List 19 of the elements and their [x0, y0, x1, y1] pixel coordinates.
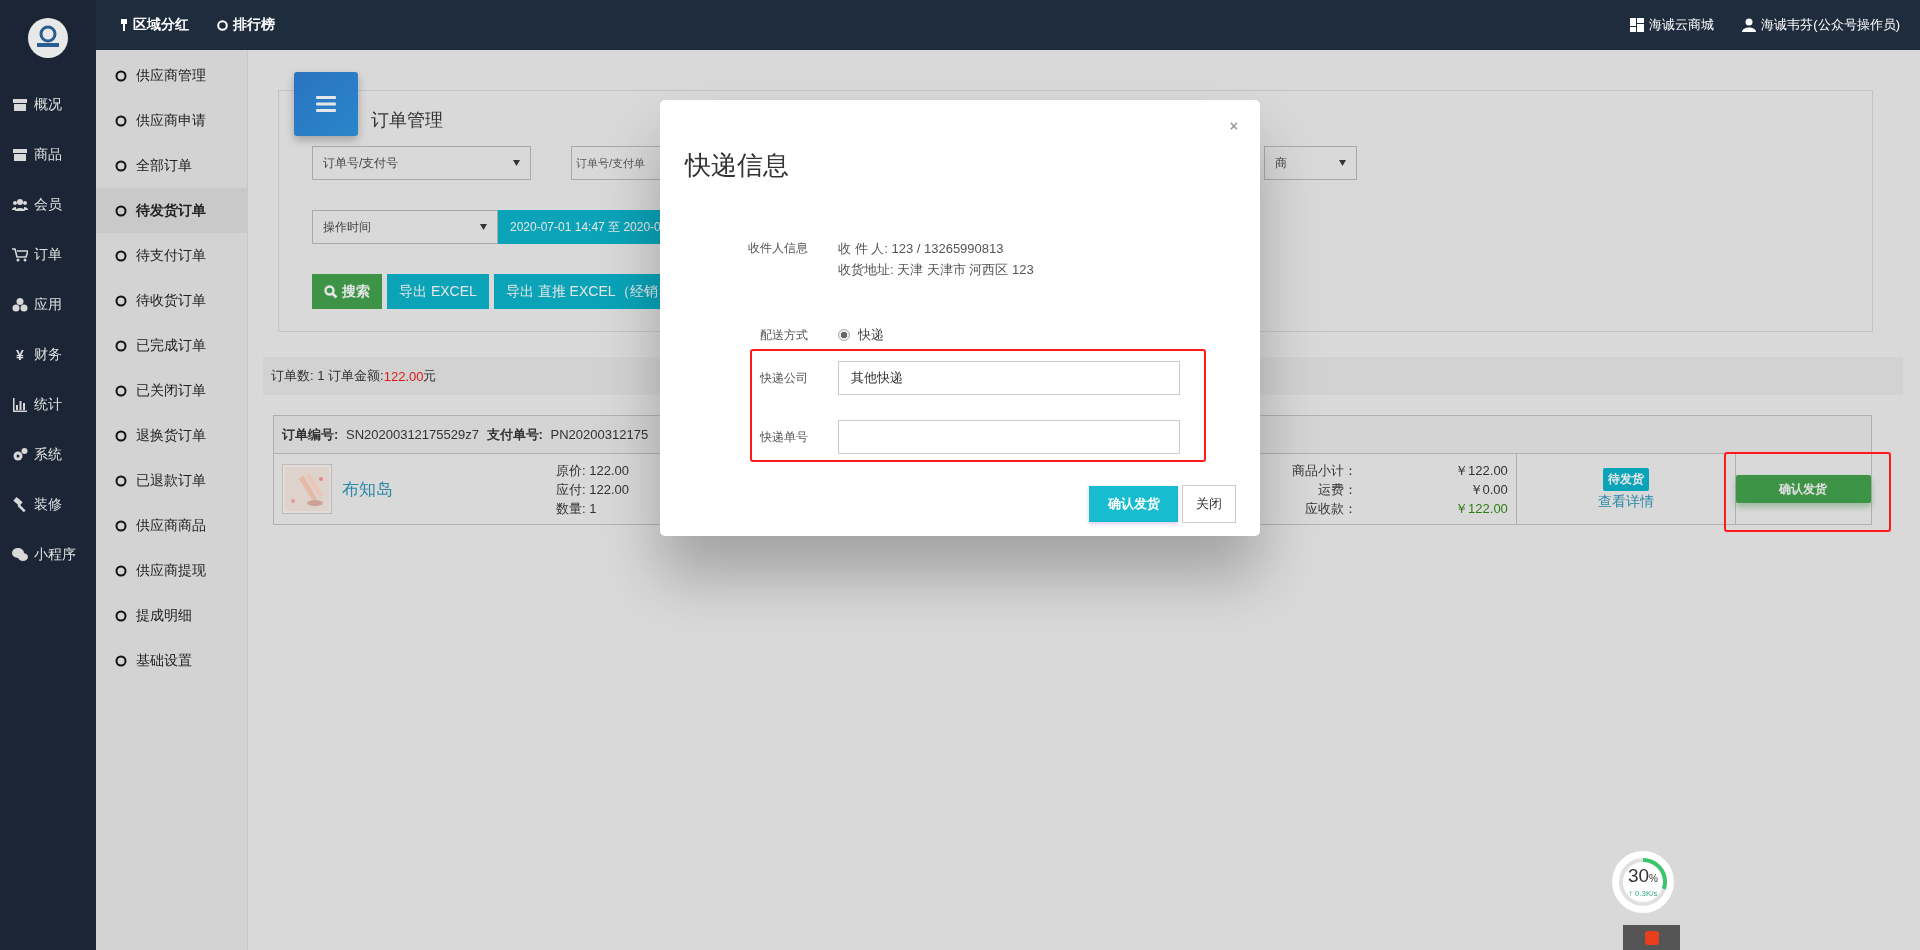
total-label: 商品小计：: [1291, 461, 1358, 480]
total-value: ￥0.00: [1469, 480, 1508, 499]
panel-title: 订单管理: [371, 109, 443, 132]
radio-label: 快递: [858, 326, 884, 344]
product-payable: 应付: 122.00: [556, 480, 629, 499]
total-label: 应收款：: [1304, 499, 1358, 518]
total-value: ￥122.00: [1455, 461, 1508, 480]
field-label: 快递单号: [759, 428, 808, 446]
address-text: 收货地址: 天津 天津市 河西区 123: [838, 261, 1034, 279]
field-label: 收件人信息: [747, 240, 808, 257]
field-label: 配送方式: [759, 326, 808, 344]
total-label: 运费：: [1317, 480, 1358, 499]
status-badge: 待发货: [1602, 467, 1649, 491]
recipient-text: 收 件 人: 123 / 13265990813: [838, 240, 1005, 258]
field-label: 快递公司: [759, 369, 808, 387]
product-price: 原价: 122.00: [556, 461, 629, 480]
product-quantity: 数量: 1: [556, 499, 598, 518]
dialog-title: 快递信息: [685, 149, 789, 182]
total-value: ￥122.00: [1455, 499, 1508, 518]
